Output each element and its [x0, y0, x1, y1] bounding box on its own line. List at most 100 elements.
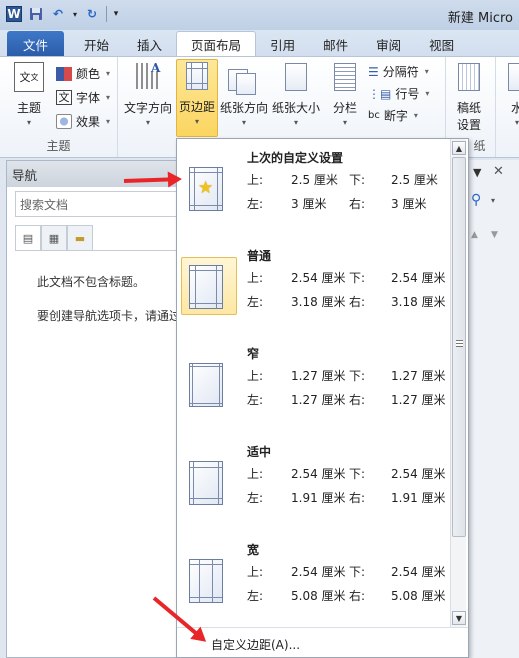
line-numbers-button[interactable]: ⋮▤ 行号 ▾ — [368, 85, 429, 102]
navigation-pane: 导航 搜索文档 ▤ ▦ ▬ 此文档不包含标题。 要创建导航选项卡，请通过 — [6, 160, 185, 658]
label-left: 左: — [247, 589, 264, 603]
value-right: 3.18 厘米 — [391, 295, 446, 309]
create-nav-hint: 要创建导航选项卡，请通过 — [37, 309, 182, 323]
document-area-edge: ▼ ✕ ⚲ ▾ ▲ ▼ — [464, 160, 519, 658]
themes-group: 文文 主题 ▾ 颜色 ▾ 文 字体 ▾ 效果 ▾ 主题 — [0, 57, 118, 157]
label-bottom: 下: — [349, 467, 366, 481]
word-icon[interactable]: W — [6, 6, 22, 22]
value-top: 2.54 厘米 — [291, 271, 346, 285]
tab-mailings[interactable]: 邮件 — [309, 31, 362, 57]
hyphenation-icon: bc — [368, 110, 380, 121]
margin-preset-normal[interactable]: 普通 上: 2.54 厘米 下: 2.54 厘米 左: 3.18 厘米 右: 3… — [177, 239, 453, 337]
label-top: 上: — [247, 369, 264, 383]
label-left: 左: — [247, 197, 264, 211]
value-left: 3.18 厘米 — [291, 295, 346, 309]
text-direction-button[interactable]: A 文字方向 ▾ — [124, 61, 172, 127]
scroll-up-button[interactable]: ▲ — [452, 141, 466, 155]
undo-icon[interactable]: ↶ — [50, 6, 66, 22]
size-button[interactable]: 纸张大小 ▾ — [272, 61, 320, 127]
hyphenation-label: 断字 — [383, 109, 408, 123]
tab-file[interactable]: 文件 — [7, 31, 65, 57]
margins-dropdown: ★ 上次的自定义设置 上: 2.5 厘米 下: 2.5 厘米 左: 3 厘米 右… — [176, 138, 469, 658]
value-left: 5.08 厘米 — [291, 589, 346, 603]
breaks-button[interactable]: ☰ 分隔符 ▾ — [368, 63, 429, 80]
undo-dropdown-icon[interactable]: ▾ — [72, 6, 78, 22]
tab-review[interactable]: 审阅 — [362, 31, 415, 57]
columns-icon — [330, 61, 360, 93]
line-numbers-icon: ⋮▤ — [368, 86, 392, 101]
draft-paper-label-1: 稿纸 — [456, 101, 481, 115]
breaks-icon: ☰ — [368, 64, 379, 79]
pane-options-icon[interactable]: ▼ — [473, 166, 481, 179]
preset-name: 上次的自定义设置 — [247, 151, 344, 165]
custom-margins-label: 自定义边距(A)... — [211, 638, 301, 652]
value-right: 1.27 厘米 — [391, 393, 446, 407]
chevron-down-icon: ▾ — [342, 118, 347, 127]
search-input[interactable]: 搜索文档 — [15, 191, 185, 217]
search-icon[interactable]: ⚲ — [471, 192, 481, 208]
label-bottom: 下: — [349, 369, 366, 383]
margin-preset-wide[interactable]: 宽 上: 2.54 厘米 下: 2.54 厘米 左: 5.08 厘米 右: 5.… — [177, 533, 453, 631]
tab-home[interactable]: 开始 — [70, 31, 123, 57]
themes-button[interactable]: 文文 主题 ▾ — [14, 61, 44, 127]
chevron-down-icon: ▾ — [242, 118, 247, 127]
custom-margins-menu-item[interactable]: 自定义边距(A)... — [177, 627, 468, 657]
search-options-icon[interactable]: ▾ — [491, 196, 495, 205]
columns-button[interactable]: 分栏 ▾ — [330, 61, 360, 127]
page-background-group: 水 ▾ — [496, 57, 519, 157]
margin-thumbnail — [189, 363, 223, 407]
draft-paper-button[interactable]: 稿纸 设置 — [454, 61, 484, 133]
redo-icon[interactable]: ↻ — [84, 6, 100, 22]
tab-view[interactable]: 视图 — [415, 31, 468, 57]
tab-references[interactable]: 引用 — [256, 31, 309, 57]
chevron-down-icon: ▾ — [514, 118, 519, 127]
chevron-down-icon: ▾ — [413, 111, 418, 120]
value-left: 1.91 厘米 — [291, 491, 346, 505]
previous-result-icon[interactable]: ▲ — [471, 230, 478, 240]
margin-preset-last-custom[interactable]: ★ 上次的自定义设置 上: 2.5 厘米 下: 2.5 厘米 左: 3 厘米 右… — [177, 141, 453, 239]
watermark-icon — [502, 61, 519, 93]
scroll-down-button[interactable]: ▼ — [452, 611, 466, 625]
margins-label: 页边距 — [179, 100, 216, 114]
browse-headings-tab[interactable]: ▤ — [15, 225, 41, 251]
chevron-down-icon: ▾ — [106, 93, 111, 102]
next-result-icon[interactable]: ▼ — [491, 230, 498, 240]
margin-thumbnail — [189, 559, 223, 603]
orientation-button[interactable]: 纸张方向 ▾ — [220, 61, 268, 127]
orientation-label: 纸张方向 — [220, 101, 269, 115]
value-bottom: 2.5 厘米 — [391, 173, 438, 187]
results-icon: ▬ — [74, 231, 86, 245]
quick-access-toolbar: W ↶ ▾ ↻ ▾ — [6, 6, 122, 22]
scrollbar-thumb[interactable] — [452, 157, 466, 537]
grip-icon — [456, 340, 463, 347]
margin-preset-moderate[interactable]: 适中 上: 2.54 厘米 下: 2.54 厘米 左: 1.91 厘米 右: 1… — [177, 435, 453, 533]
chevron-down-icon: ▾ — [294, 118, 299, 127]
margin-thumbnail — [189, 265, 223, 309]
tab-page-layout[interactable]: 页面布局 — [176, 31, 257, 57]
tab-insert[interactable]: 插入 — [123, 31, 176, 57]
dropdown-scrollbar[interactable]: ▲ ▼ — [450, 139, 466, 627]
hyphenation-button[interactable]: bc 断字 ▾ — [368, 107, 418, 124]
watermark-button[interactable]: 水 ▾ — [502, 61, 519, 127]
headings-icon: ▤ — [22, 232, 34, 245]
value-top: 2.5 厘米 — [291, 173, 338, 187]
save-icon[interactable] — [28, 6, 44, 22]
chevron-down-icon: ▾ — [26, 118, 31, 127]
effects-button[interactable]: 效果 ▾ — [56, 113, 110, 130]
browse-pages-tab[interactable]: ▦ — [41, 225, 67, 251]
customize-qat-icon[interactable]: ▾ — [106, 6, 122, 22]
window-title: 新建 Micro — [447, 11, 513, 26]
value-top: 1.27 厘米 — [291, 369, 346, 383]
browse-results-tab[interactable]: ▬ — [67, 225, 93, 251]
chevron-up-icon: ▲ — [455, 143, 463, 153]
close-icon[interactable]: ✕ — [493, 164, 504, 179]
themes-label: 主题 — [16, 101, 41, 115]
preset-name: 窄 — [247, 347, 260, 361]
fonts-button[interactable]: 文 字体 ▾ — [56, 89, 110, 106]
margins-button[interactable]: 页边距 ▾ — [176, 59, 219, 137]
colors-button[interactable]: 颜色 ▾ — [56, 65, 110, 82]
value-bottom: 1.27 厘米 — [391, 369, 446, 383]
margin-preset-narrow[interactable]: 窄 上: 1.27 厘米 下: 1.27 厘米 左: 1.27 厘米 右: 1.… — [177, 337, 453, 435]
columns-label: 分栏 — [332, 101, 357, 115]
orientation-icon — [228, 61, 259, 95]
